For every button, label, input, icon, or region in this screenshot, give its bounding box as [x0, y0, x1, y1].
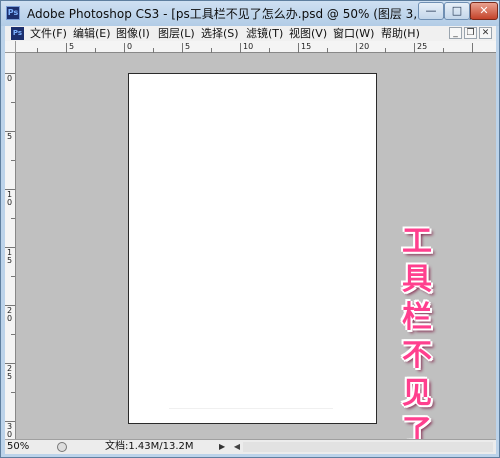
document-faint-edge — [169, 408, 333, 419]
menu-window[interactable]: 窗口(W) — [333, 26, 374, 41]
hruler-label: 15 — [301, 42, 312, 51]
document-size-info: 文档:1.43M/13.2M — [105, 441, 194, 452]
vruler-label: 2 0 — [7, 306, 13, 323]
vertical-ruler-ticks — [5, 73, 15, 422]
minimize-button[interactable]: — — [418, 2, 444, 20]
scroll-left-arrow-icon[interactable]: ◀ — [232, 441, 242, 453]
title-bar[interactable]: Ps Adobe Photoshop CS3 - [ps工具栏不见了怎么办.ps… — [1, 1, 499, 26]
hruler-label: 5 — [185, 42, 191, 51]
caption-char: 工 — [402, 224, 432, 259]
photoshop-app-icon: Ps — [6, 6, 20, 20]
vruler-label: 0 — [7, 74, 13, 83]
maximize-button[interactable]: □ — [444, 2, 470, 20]
status-bar: 50% 文档:1.43M/13.2M ▶ ◀ — [5, 439, 496, 454]
vruler-label: 1 5 — [7, 248, 13, 265]
status-menu-arrow-icon[interactable]: ▶ — [219, 440, 225, 454]
menu-image[interactable]: 图像(I) — [116, 26, 150, 41]
photoshop-window: Ps Adobe Photoshop CS3 - [ps工具栏不见了怎么办.ps… — [0, 0, 500, 458]
caption-char: 具 — [402, 262, 432, 297]
doc-restore-button[interactable]: ❐ — [464, 27, 477, 39]
vruler-label: 1 0 — [7, 190, 13, 207]
vruler-label: 5 — [7, 132, 13, 141]
vruler-label: 2 5 — [7, 364, 13, 381]
menu-layer[interactable]: 图层(L) — [158, 26, 195, 41]
caption-char: 见 — [402, 376, 432, 411]
doc-minimize-button[interactable]: _ — [449, 27, 462, 39]
hruler-label: 5 — [69, 42, 75, 51]
caption-char: 不 — [402, 338, 432, 373]
menu-help[interactable]: 帮助(H) — [381, 26, 420, 41]
vertical-ruler[interactable]: 0 5 1 0 1 5 2 0 2 5 3 0 — [5, 53, 16, 439]
close-button[interactable]: ✕ — [470, 2, 498, 20]
menu-select[interactable]: 选择(S) — [201, 26, 239, 41]
menu-edit[interactable]: 编辑(E) — [73, 26, 111, 41]
menu-file[interactable]: 文件(F) — [30, 26, 67, 41]
document-icon[interactable]: Ps — [11, 27, 24, 40]
doc-close-button[interactable]: ✕ — [479, 27, 492, 39]
hruler-label: 20 — [359, 42, 370, 51]
status-info-icon[interactable] — [57, 442, 67, 452]
vruler-label: 3 0 — [7, 422, 13, 439]
horizontal-ruler[interactable]: 5 0 5 10 15 20 25 — [16, 41, 496, 53]
window-title: Adobe Photoshop CS3 - [ps工具栏不见了怎么办.psd @… — [27, 7, 478, 21]
horizontal-scrollbar[interactable] — [243, 442, 493, 452]
hruler-label: 10 — [243, 42, 254, 51]
ruler-corner[interactable] — [5, 41, 16, 53]
menu-filter[interactable]: 滤镜(T) — [246, 26, 283, 41]
caption-char: 栏 — [402, 300, 432, 335]
overlay-caption: 工 具 栏 不 见 了 — [399, 223, 435, 451]
hruler-label: 25 — [417, 42, 428, 51]
menu-view[interactable]: 视图(V) — [289, 26, 327, 41]
menu-bar: Ps 文件(F) 编辑(E) 图像(I) 图层(L) 选择(S) 滤镜(T) 视… — [5, 26, 496, 41]
document-canvas[interactable] — [128, 73, 377, 424]
hruler-label: 0 — [127, 42, 133, 51]
zoom-level[interactable]: 50% — [7, 440, 47, 454]
